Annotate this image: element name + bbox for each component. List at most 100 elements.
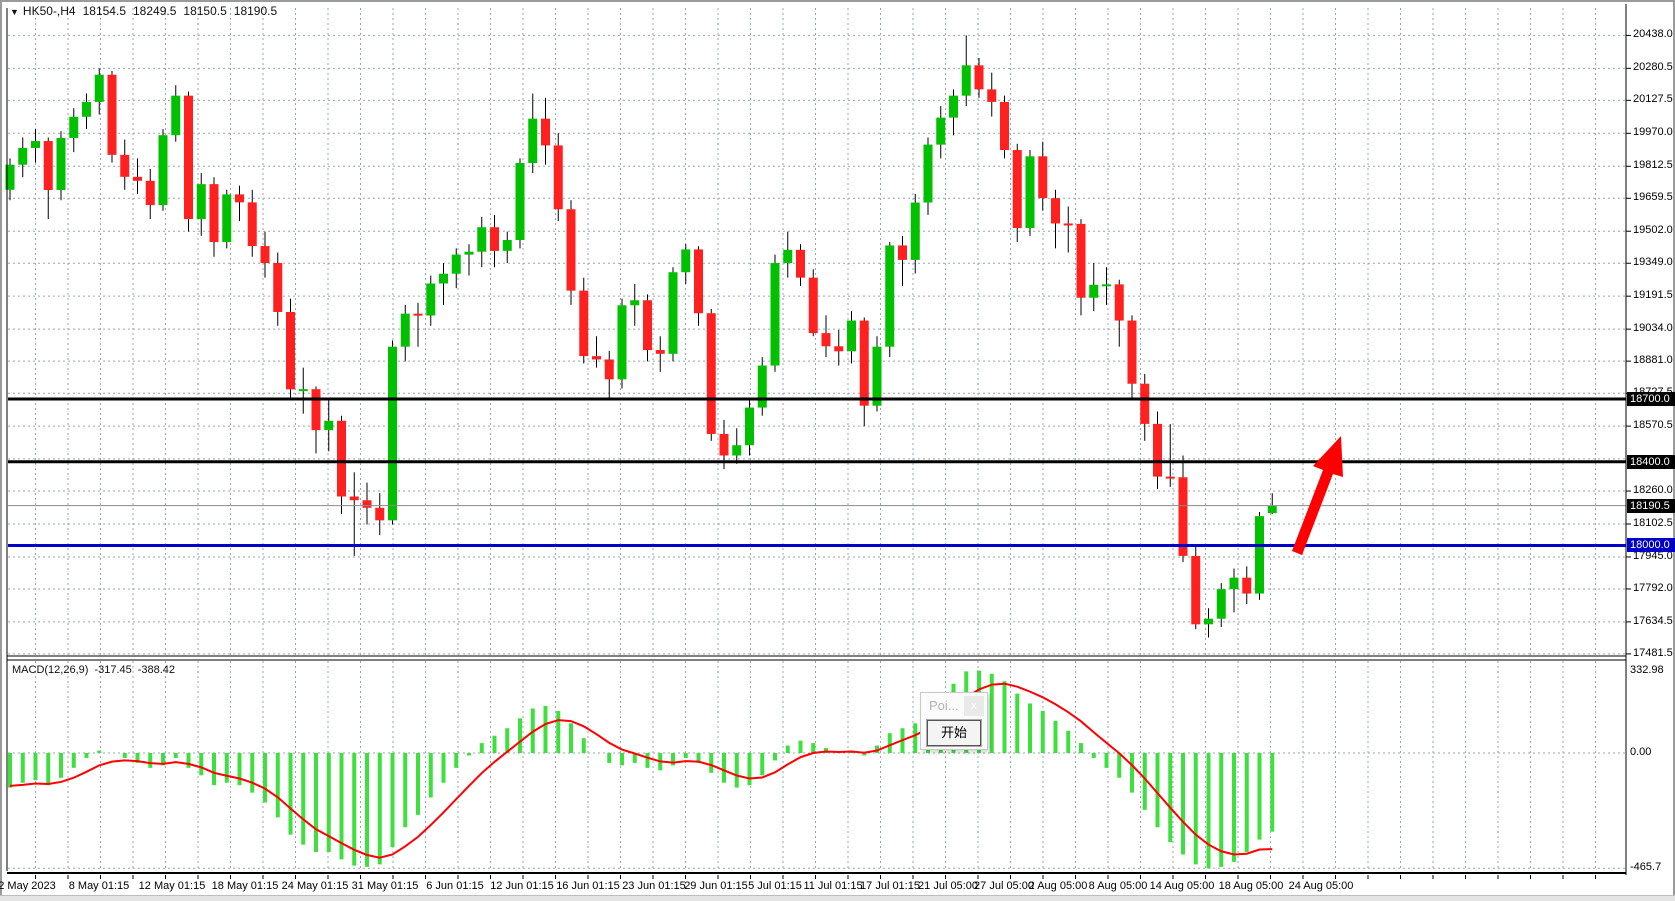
candle-body <box>1166 477 1175 479</box>
start-button[interactable]: 开始 <box>927 720 981 746</box>
price-axis-label: 18881.0 <box>1633 354 1673 366</box>
time-axis-label: 6 Jun 01:15 <box>426 880 484 892</box>
candle-body <box>171 96 180 136</box>
candle-body <box>579 291 588 356</box>
candle-body <box>324 421 333 430</box>
ohlc-open: 18154.5 <box>83 4 126 18</box>
candle-body <box>962 65 971 95</box>
candle-body <box>1268 506 1277 514</box>
time-axis-label: 11 Jul 01:15 <box>803 880 862 892</box>
candle-body <box>720 434 729 456</box>
candle-body <box>414 314 423 316</box>
time-axis-label: 23 Jun 01:15 <box>622 880 686 892</box>
candle-body <box>1140 384 1149 424</box>
time-axis-label: 12 May 01:15 <box>139 880 206 892</box>
candle-body <box>592 356 601 359</box>
candle-body <box>1255 516 1264 593</box>
candle-body <box>210 184 219 242</box>
price-level-badge: 18000.0 <box>1627 538 1675 552</box>
time-axis-label: 12 Jun 01:15 <box>490 880 554 892</box>
candle-body <box>120 155 129 177</box>
time-axis-label: 24 May 01:15 <box>282 880 349 892</box>
candle-body <box>975 65 984 89</box>
candle-body <box>541 119 550 146</box>
candle-body <box>235 194 244 202</box>
candle-body <box>809 278 818 333</box>
candle-body <box>605 359 614 379</box>
time-axis-label: 27 Jul 05:00 <box>974 880 1034 892</box>
candle-body <box>363 500 372 508</box>
price-level-badge: 18700.0 <box>1627 392 1675 406</box>
close-icon[interactable]: x <box>964 696 984 716</box>
candle-body <box>133 177 142 181</box>
macd-axis-label: 332.98 <box>1630 664 1664 676</box>
candle-body <box>669 272 678 354</box>
candle-body <box>503 240 512 251</box>
candle-body <box>1191 556 1200 624</box>
candle-body <box>1102 284 1111 286</box>
candle-body <box>745 408 754 446</box>
candle-body <box>911 203 920 260</box>
price-axis-label: 17634.5 <box>1633 615 1673 627</box>
time-axis-label: 21 Jul 05:00 <box>918 880 978 892</box>
macd-axis-label: -465.7 <box>1630 861 1661 873</box>
time-axis-label: 16 Jun 01:15 <box>556 880 620 892</box>
time-axis-label: 2 Aug 05:00 <box>1029 880 1088 892</box>
candle-body <box>987 89 996 102</box>
candle-body <box>299 389 308 391</box>
candle-body <box>898 245 907 259</box>
time-axis-label: 2 May 2023 <box>0 880 56 892</box>
candle-body <box>758 366 767 408</box>
candle-body <box>197 184 206 219</box>
candle-body <box>1077 224 1086 298</box>
candle-body <box>567 209 576 290</box>
price-level-badge: 18400.0 <box>1627 455 1675 469</box>
ohlc-close: 18190.5 <box>234 4 277 18</box>
candle-body <box>1038 156 1047 198</box>
script-popup-window[interactable]: Poi... x 开始 <box>920 692 988 750</box>
chart-canvas[interactable] <box>0 0 1675 900</box>
candle-body <box>528 119 537 163</box>
symbol-dropdown-icon[interactable]: ▼ <box>10 7 19 17</box>
candle-body <box>146 181 155 205</box>
candle-body <box>1064 223 1073 225</box>
candle-body <box>554 145 563 209</box>
price-axis-label: 19349.0 <box>1633 256 1673 268</box>
candle-body <box>873 347 882 406</box>
candle-body <box>1128 321 1137 384</box>
up-arrow-annotation[interactable] <box>1292 436 1343 555</box>
candle-body <box>57 138 66 190</box>
candle-body <box>924 145 933 203</box>
candle-body <box>707 313 716 434</box>
time-axis-label: 17 Jul 01:15 <box>860 880 920 892</box>
price-axis-label: 17792.0 <box>1633 582 1673 594</box>
price-axis-label: 19970.0 <box>1633 126 1673 138</box>
candle-body <box>1242 578 1251 594</box>
time-axis-label: 14 Aug 05:00 <box>1150 880 1215 892</box>
macd-value: -317.45 <box>94 664 131 676</box>
popup-titlebar[interactable]: Poi... x <box>921 693 987 719</box>
candle-body <box>82 102 91 117</box>
price-axis-label: 19812.5 <box>1633 159 1673 171</box>
candle-body <box>248 202 257 246</box>
symbol-period: HK50-,H4 <box>23 4 76 18</box>
candle-body <box>847 321 856 352</box>
price-axis-label: 19502.0 <box>1633 224 1673 236</box>
candle-body <box>822 333 831 346</box>
candle-body <box>1153 424 1162 477</box>
candle-body <box>452 255 461 274</box>
price-axis-label: 17481.5 <box>1633 647 1673 659</box>
candle-body <box>312 389 321 430</box>
ohlc-low: 18150.5 <box>183 4 226 18</box>
price-axis-label: 20438.0 <box>1633 28 1673 40</box>
time-axis-label: 24 Aug 05:00 <box>1289 880 1354 892</box>
price-axis-label: 18102.5 <box>1633 517 1673 529</box>
macd-name: MACD(12,26,9) <box>12 664 88 676</box>
candle-body <box>273 263 282 312</box>
candle-body <box>184 96 193 219</box>
candle-body <box>439 274 448 284</box>
macd-indicator-label: MACD(12,26,9)-317.45-388.42 <box>12 664 181 676</box>
candle-body <box>69 117 78 138</box>
chart-title: ▼HK50-,H418154.518249.518150.518190.5 <box>10 4 284 18</box>
price-axis-label: 19191.5 <box>1633 289 1673 301</box>
